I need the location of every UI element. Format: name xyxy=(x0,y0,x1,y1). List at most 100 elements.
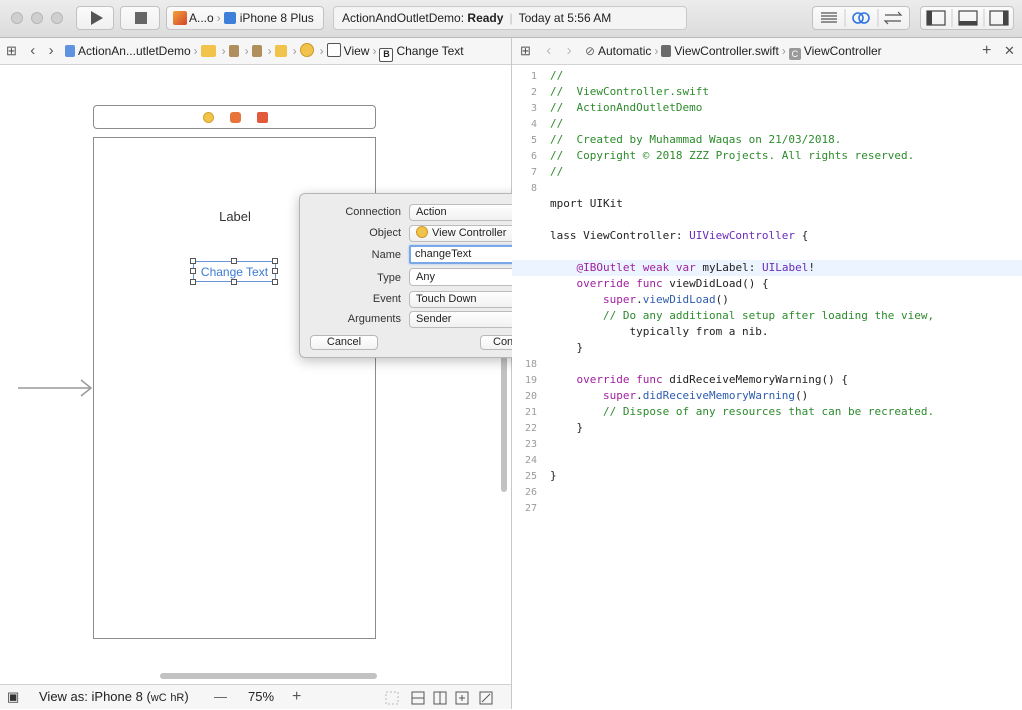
code-line[interactable] xyxy=(512,212,1022,228)
resize-handle[interactable] xyxy=(272,268,278,274)
code-line[interactable]: 8 xyxy=(512,180,1022,196)
code-line[interactable] xyxy=(512,244,1022,260)
code-line[interactable]: 19 override func didReceiveMemoryWarning… xyxy=(512,372,1022,388)
forward-arrow-icon[interactable]: › xyxy=(567,38,572,64)
code-text: mport UIKit xyxy=(550,197,623,210)
code-line[interactable]: 18 xyxy=(512,356,1022,372)
code-line[interactable]: 23 xyxy=(512,436,1022,452)
label-view[interactable]: Label xyxy=(205,209,265,224)
assistant-editor-icon[interactable] xyxy=(852,12,870,24)
line-number: 6 xyxy=(530,151,537,162)
code-line[interactable]: 2 // ViewController.swift xyxy=(512,84,1022,100)
chevron-right-icon: › xyxy=(654,44,659,58)
close-editor-icon[interactable]: ✕ xyxy=(1004,38,1015,64)
debug-area-toggle-icon[interactable] xyxy=(958,10,978,26)
code-line[interactable]: 21 // Dispose of any resources that can … xyxy=(512,404,1022,420)
code-text: // xyxy=(550,165,564,178)
code-line[interactable]: 1 // xyxy=(512,68,1022,84)
code-editor[interactable]: 1 // 2 // ViewController.swift 3 // ActionAnd… xyxy=(512,65,1022,709)
forward-arrow-icon[interactable]: › xyxy=(49,38,54,64)
align-icon[interactable] xyxy=(433,691,447,705)
code-line[interactable]: lass ViewController: UIViewController { xyxy=(512,228,1022,244)
view-controller-circle-icon xyxy=(299,43,314,57)
storyboard-base-icon[interactable] xyxy=(251,38,265,64)
code-line[interactable]: 26 xyxy=(512,484,1022,500)
cancel-button[interactable]: Cancel xyxy=(310,335,378,350)
back-arrow-icon[interactable]: ‹ xyxy=(546,38,551,64)
code-line[interactable]: super.viewDidLoad() xyxy=(512,292,1022,308)
code-line[interactable]: 20 super.didReceiveMemoryWarning() xyxy=(512,388,1022,404)
version-editor-icon[interactable] xyxy=(883,11,903,25)
connection-value: Action xyxy=(416,206,447,218)
code-line[interactable]: 3 // ActionAndOutletDemo xyxy=(512,100,1022,116)
code-line[interactable]: override func viewDidLoad() { xyxy=(512,276,1022,292)
add-editor-icon[interactable]: + xyxy=(982,38,991,64)
first-responder-dock-icon[interactable] xyxy=(230,112,241,123)
code-line[interactable]: 22 } xyxy=(512,420,1022,436)
related-items-icon[interactable]: ⊞ xyxy=(520,38,531,64)
resize-handle[interactable] xyxy=(272,279,278,285)
close-window-button[interactable] xyxy=(11,12,23,24)
view-controller-icon[interactable] xyxy=(299,38,317,64)
canvas-horizontal-scrollbar[interactable] xyxy=(160,673,377,679)
code-line[interactable]: 6 // Copyright © 2018 ZZZ Projects. All r… xyxy=(512,148,1022,164)
related-items-icon[interactable]: ⊞ xyxy=(6,38,17,64)
utilities-toggle-icon[interactable] xyxy=(989,10,1009,26)
run-button[interactable] xyxy=(76,6,114,30)
arguments-label: Arguments xyxy=(347,313,401,325)
line-number: 7 xyxy=(530,167,537,178)
resize-handle[interactable] xyxy=(190,279,196,285)
scheme-selector[interactable]: A...o › iPhone 8 Plus xyxy=(166,6,324,30)
resize-handle[interactable] xyxy=(231,258,237,264)
code-text: // ViewController.swift xyxy=(550,85,709,98)
jump-item-view[interactable]: View xyxy=(326,38,370,64)
back-arrow-icon[interactable]: ‹ xyxy=(30,38,35,64)
jump-item-symbol[interactable]: C ViewController xyxy=(788,38,882,64)
view-controller-dock-icon[interactable] xyxy=(203,112,214,123)
line-number: 2 xyxy=(530,87,537,98)
navigator-toggle-icon[interactable] xyxy=(926,10,946,26)
code-line[interactable]: 27 xyxy=(512,500,1022,516)
code-line[interactable]: } xyxy=(512,340,1022,356)
resize-handle[interactable] xyxy=(272,258,278,264)
storyboard-file-icon[interactable] xyxy=(228,38,242,64)
update-frames-icon[interactable] xyxy=(385,691,399,705)
code-line[interactable]: 25} xyxy=(512,468,1022,484)
code-text: } xyxy=(550,469,557,482)
stop-button[interactable] xyxy=(120,6,160,30)
status-project: ActionAndOutletDemo: xyxy=(342,11,465,25)
resolve-issues-icon[interactable] xyxy=(479,691,493,705)
exit-dock-icon[interactable] xyxy=(257,112,268,123)
view-as-device[interactable]: View as: iPhone 8 (wC hR) xyxy=(39,685,189,710)
scene-icon[interactable] xyxy=(274,38,290,64)
resize-handle[interactable] xyxy=(190,268,196,274)
code-text: } xyxy=(550,421,584,434)
resize-handle[interactable] xyxy=(190,258,196,264)
code-line[interactable]: // Do any additional setup after loading… xyxy=(512,308,1022,324)
jump-item-button[interactable]: B Change Text xyxy=(379,38,464,64)
jump-item-project[interactable]: ActionAn...utletDemo xyxy=(64,38,191,64)
standard-editor-icon[interactable] xyxy=(821,12,837,23)
code-line[interactable]: 4 // xyxy=(512,116,1022,132)
zoom-window-button[interactable] xyxy=(51,12,63,24)
embed-in-stack-icon[interactable] xyxy=(411,691,425,705)
code-line[interactable]: 7 // xyxy=(512,164,1022,180)
code-line[interactable]: 5 // Created by Muhammad Waqas on 21/03/2… xyxy=(512,132,1022,148)
zoom-in-button[interactable]: + xyxy=(292,685,301,709)
zoom-out-button[interactable]: — xyxy=(214,685,227,709)
resize-handle[interactable] xyxy=(231,279,237,285)
jump-label-file: ViewController.swift xyxy=(674,44,779,58)
code-text: // xyxy=(550,69,564,82)
jump-item-file[interactable]: ViewController.swift xyxy=(661,38,779,64)
jump-item-automatic[interactable]: ⊘ Automatic xyxy=(585,38,651,64)
code-line[interactable]: typically from a nib. xyxy=(512,324,1022,340)
code-line[interactable]: @IBOutlet weak var myLabel: UILabel! xyxy=(512,260,1022,276)
code-line[interactable]: mport UIKit xyxy=(512,196,1022,212)
document-outline-toggle-icon[interactable]: ▣ xyxy=(7,685,19,709)
jump-label-view: View xyxy=(343,44,370,58)
minimize-window-button[interactable] xyxy=(31,12,43,24)
add-constraints-icon[interactable] xyxy=(455,691,469,705)
line-number: 24 xyxy=(524,455,537,466)
folder-icon[interactable] xyxy=(200,38,219,64)
code-line[interactable]: 24 xyxy=(512,452,1022,468)
